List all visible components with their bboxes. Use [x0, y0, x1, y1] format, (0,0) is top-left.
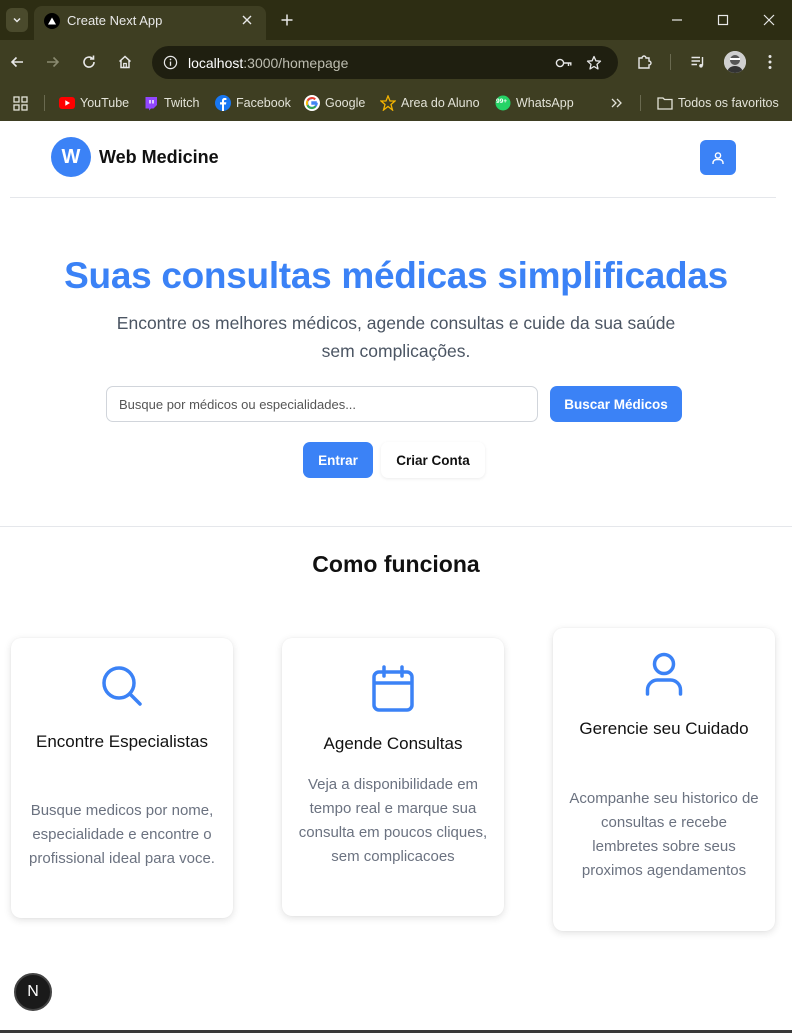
card-title: Gerencie seu Cuidado — [579, 719, 749, 738]
bookmark-star-icon[interactable] — [584, 53, 604, 73]
close-window-icon[interactable] — [759, 10, 779, 30]
section-divider — [0, 526, 792, 527]
whatsapp-icon: 99+ — [495, 95, 511, 111]
google-icon — [304, 95, 320, 111]
tab-title: Create Next App — [67, 13, 163, 28]
folder-icon — [657, 95, 673, 111]
toolbar-separator — [670, 54, 671, 70]
card-text: Acompanhe seu historico de consultas e r… — [569, 790, 759, 879]
area-do-aluno-icon — [380, 95, 396, 111]
chevron-down-icon — [13, 17, 21, 23]
bookmark-label: Twitch — [164, 96, 200, 110]
all-favorites-label: Todos os favoritos — [678, 96, 779, 110]
bookmark-label: Facebook — [236, 96, 291, 110]
new-tab-icon[interactable] — [277, 10, 297, 30]
bookmark-area-do-aluno[interactable]: Area do Aluno — [380, 92, 480, 114]
card-text: Veja a disponibilidade em tempo real e m… — [298, 776, 488, 865]
browser-tab-bar: Create Next App — [0, 0, 792, 40]
url-text: localhost:3000/homepage — [188, 55, 348, 71]
url-path: :3000/homepage — [243, 55, 349, 71]
reload-icon[interactable] — [78, 51, 100, 73]
more-menu-icon[interactable] — [759, 51, 781, 73]
bookmarks-bar: YouTube Twitch Facebook Google Area do A… — [0, 85, 792, 121]
how-it-works-title: Como funciona — [312, 551, 480, 577]
apps-grid-icon[interactable] — [12, 92, 28, 114]
search-icon — [11, 664, 233, 708]
bookmark-youtube[interactable]: YouTube — [59, 92, 129, 114]
tab-search-button[interactable] — [6, 8, 28, 32]
bookmark-whatsapp[interactable]: 99+ WhatsApp — [495, 92, 574, 114]
user-account-button[interactable] — [700, 140, 736, 175]
bookmark-facebook[interactable]: Facebook — [215, 92, 291, 114]
card-title: Encontre Especialistas — [36, 732, 208, 751]
bookmark-twitch[interactable]: Twitch — [143, 92, 199, 114]
bookmark-label: YouTube — [80, 96, 130, 110]
site-info-icon[interactable] — [160, 52, 181, 73]
home-icon[interactable] — [114, 51, 136, 73]
nextjs-favicon-icon — [44, 13, 60, 29]
minimize-icon[interactable] — [667, 10, 687, 30]
bookmark-google[interactable]: Google — [304, 92, 365, 114]
all-favorites-folder[interactable]: Todos os favoritos — [657, 92, 779, 114]
page-content: W Web Medicine Suas consultas médicas si… — [0, 121, 792, 1033]
doctor-search-input[interactable] — [106, 386, 538, 422]
feature-card-schedule: Agende Consultas Veja a disponibilidade … — [282, 638, 504, 916]
facebook-icon — [215, 95, 231, 111]
user-icon — [712, 151, 724, 164]
nextjs-dev-tools-button[interactable]: N — [14, 973, 52, 1011]
url-host: localhost — [188, 55, 244, 71]
bookmark-label: WhatsApp — [516, 96, 574, 110]
search-doctors-button[interactable]: Buscar Médicos — [550, 386, 682, 422]
login-button[interactable]: Entrar — [303, 442, 373, 478]
forward-arrow-icon[interactable] — [42, 51, 64, 73]
youtube-icon — [59, 95, 75, 111]
card-text: Busque medicos por nome, especialidade e… — [29, 802, 215, 867]
browser-toolbar: localhost:3000/homepage — [0, 40, 792, 85]
user-icon — [553, 652, 775, 696]
hero-subtitle: Encontre os melhores médicos, agende con… — [116, 313, 676, 361]
browser-tab[interactable]: Create Next App — [34, 6, 266, 40]
close-tab-icon[interactable] — [238, 11, 256, 29]
more-bookmarks-chevron-icon[interactable] — [611, 92, 623, 114]
hero-title: Suas consultas médicas simplificadas — [64, 255, 728, 296]
extensions-puzzle-icon[interactable] — [633, 51, 655, 73]
feature-card-manage-care: Gerencie seu Cuidado Acompanhe seu histo… — [553, 628, 775, 931]
twitch-icon — [143, 95, 159, 111]
calendar-icon — [282, 665, 504, 713]
address-bar[interactable]: localhost:3000/homepage — [152, 46, 618, 79]
feature-card-find-specialists: Encontre Especialistas Busque medicos po… — [11, 638, 233, 918]
create-account-button[interactable]: Criar Conta — [381, 442, 485, 478]
card-title: Agende Consultas — [323, 734, 463, 753]
back-arrow-icon[interactable] — [6, 51, 28, 73]
profile-avatar[interactable] — [724, 51, 746, 73]
bookmark-label: Area do Aluno — [401, 96, 480, 110]
site-header: W Web Medicine — [10, 121, 776, 198]
bookmarks-separator — [44, 95, 45, 111]
bookmark-label: Google — [325, 96, 366, 110]
brand-name[interactable]: Web Medicine — [99, 147, 219, 168]
media-controls-icon[interactable] — [687, 51, 709, 73]
maximize-icon[interactable] — [713, 10, 733, 30]
logo[interactable]: W — [51, 137, 91, 177]
bookmarks-separator — [640, 95, 641, 111]
whatsapp-badge: 99+ — [496, 98, 508, 105]
password-key-icon[interactable] — [554, 53, 574, 73]
